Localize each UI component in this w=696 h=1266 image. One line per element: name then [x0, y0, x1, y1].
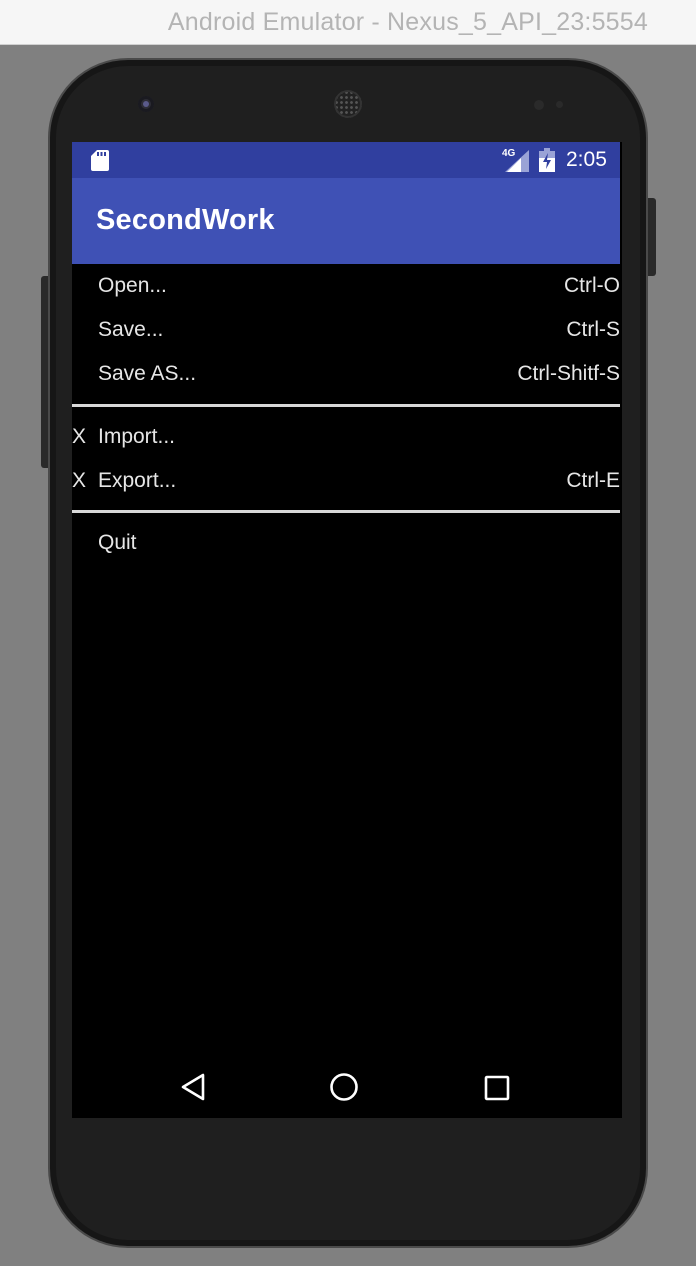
sd-card-icon — [91, 150, 109, 171]
front-camera — [138, 96, 154, 112]
status-bar: 4G 2:05 — [72, 142, 620, 178]
menu-item-label: Export... — [98, 469, 177, 492]
menu-item-label: Quit — [98, 531, 137, 554]
proximity-sensor — [534, 100, 544, 110]
power-button — [648, 198, 656, 276]
app-bar: SecondWork — [72, 178, 620, 264]
menu-item-label: Import... — [98, 425, 176, 448]
navigation-bar — [72, 1052, 622, 1118]
status-clock: 2:05 — [566, 148, 607, 171]
menu-item-shortcut: Ctrl-S — [566, 318, 620, 341]
signal-icon — [505, 150, 529, 172]
menu-item-save-as[interactable]: Save AS... Ctrl-Shitf-S — [72, 354, 620, 398]
menu-item-shortcut: Ctrl-O — [564, 274, 620, 297]
menu-item-label: Save... — [98, 318, 164, 341]
home-icon[interactable] — [329, 1072, 359, 1102]
menu-item-import[interactable]: X Import... — [72, 417, 620, 461]
menu-item-shortcut: Ctrl-E — [566, 469, 620, 492]
earpiece-speaker — [334, 90, 362, 118]
window-title: Android Emulator - Nexus_5_API_23:5554 — [167, 8, 648, 36]
menu-item-label: Save AS... — [98, 362, 197, 385]
menu-divider — [72, 510, 620, 513]
recents-icon[interactable] — [484, 1075, 510, 1101]
menu-item-shortcut: Ctrl-Shitf-S — [517, 362, 620, 385]
device-screen: 4G 2:05 SecondWork Open... Ctrl-O Save..… — [72, 142, 622, 1118]
menu-item-open[interactable]: Open... Ctrl-O — [72, 266, 620, 310]
menu-item-save[interactable]: Save... Ctrl-S — [72, 310, 620, 354]
menu-item-check: X — [72, 425, 87, 448]
menu-item-quit[interactable]: Quit — [72, 523, 620, 567]
battery-icon — [539, 148, 555, 172]
menu-item-label: Open... — [98, 274, 167, 297]
emulator-title-bar: Android Emulator - Nexus_5_API_23:5554 — [0, 0, 696, 45]
light-sensor — [556, 101, 563, 108]
menu-item-check: X — [72, 469, 87, 492]
back-icon[interactable] — [180, 1072, 206, 1102]
menu-item-export[interactable]: X Export... Ctrl-E — [72, 461, 620, 505]
app-title: SecondWork — [96, 204, 275, 236]
menu-divider — [72, 404, 620, 407]
